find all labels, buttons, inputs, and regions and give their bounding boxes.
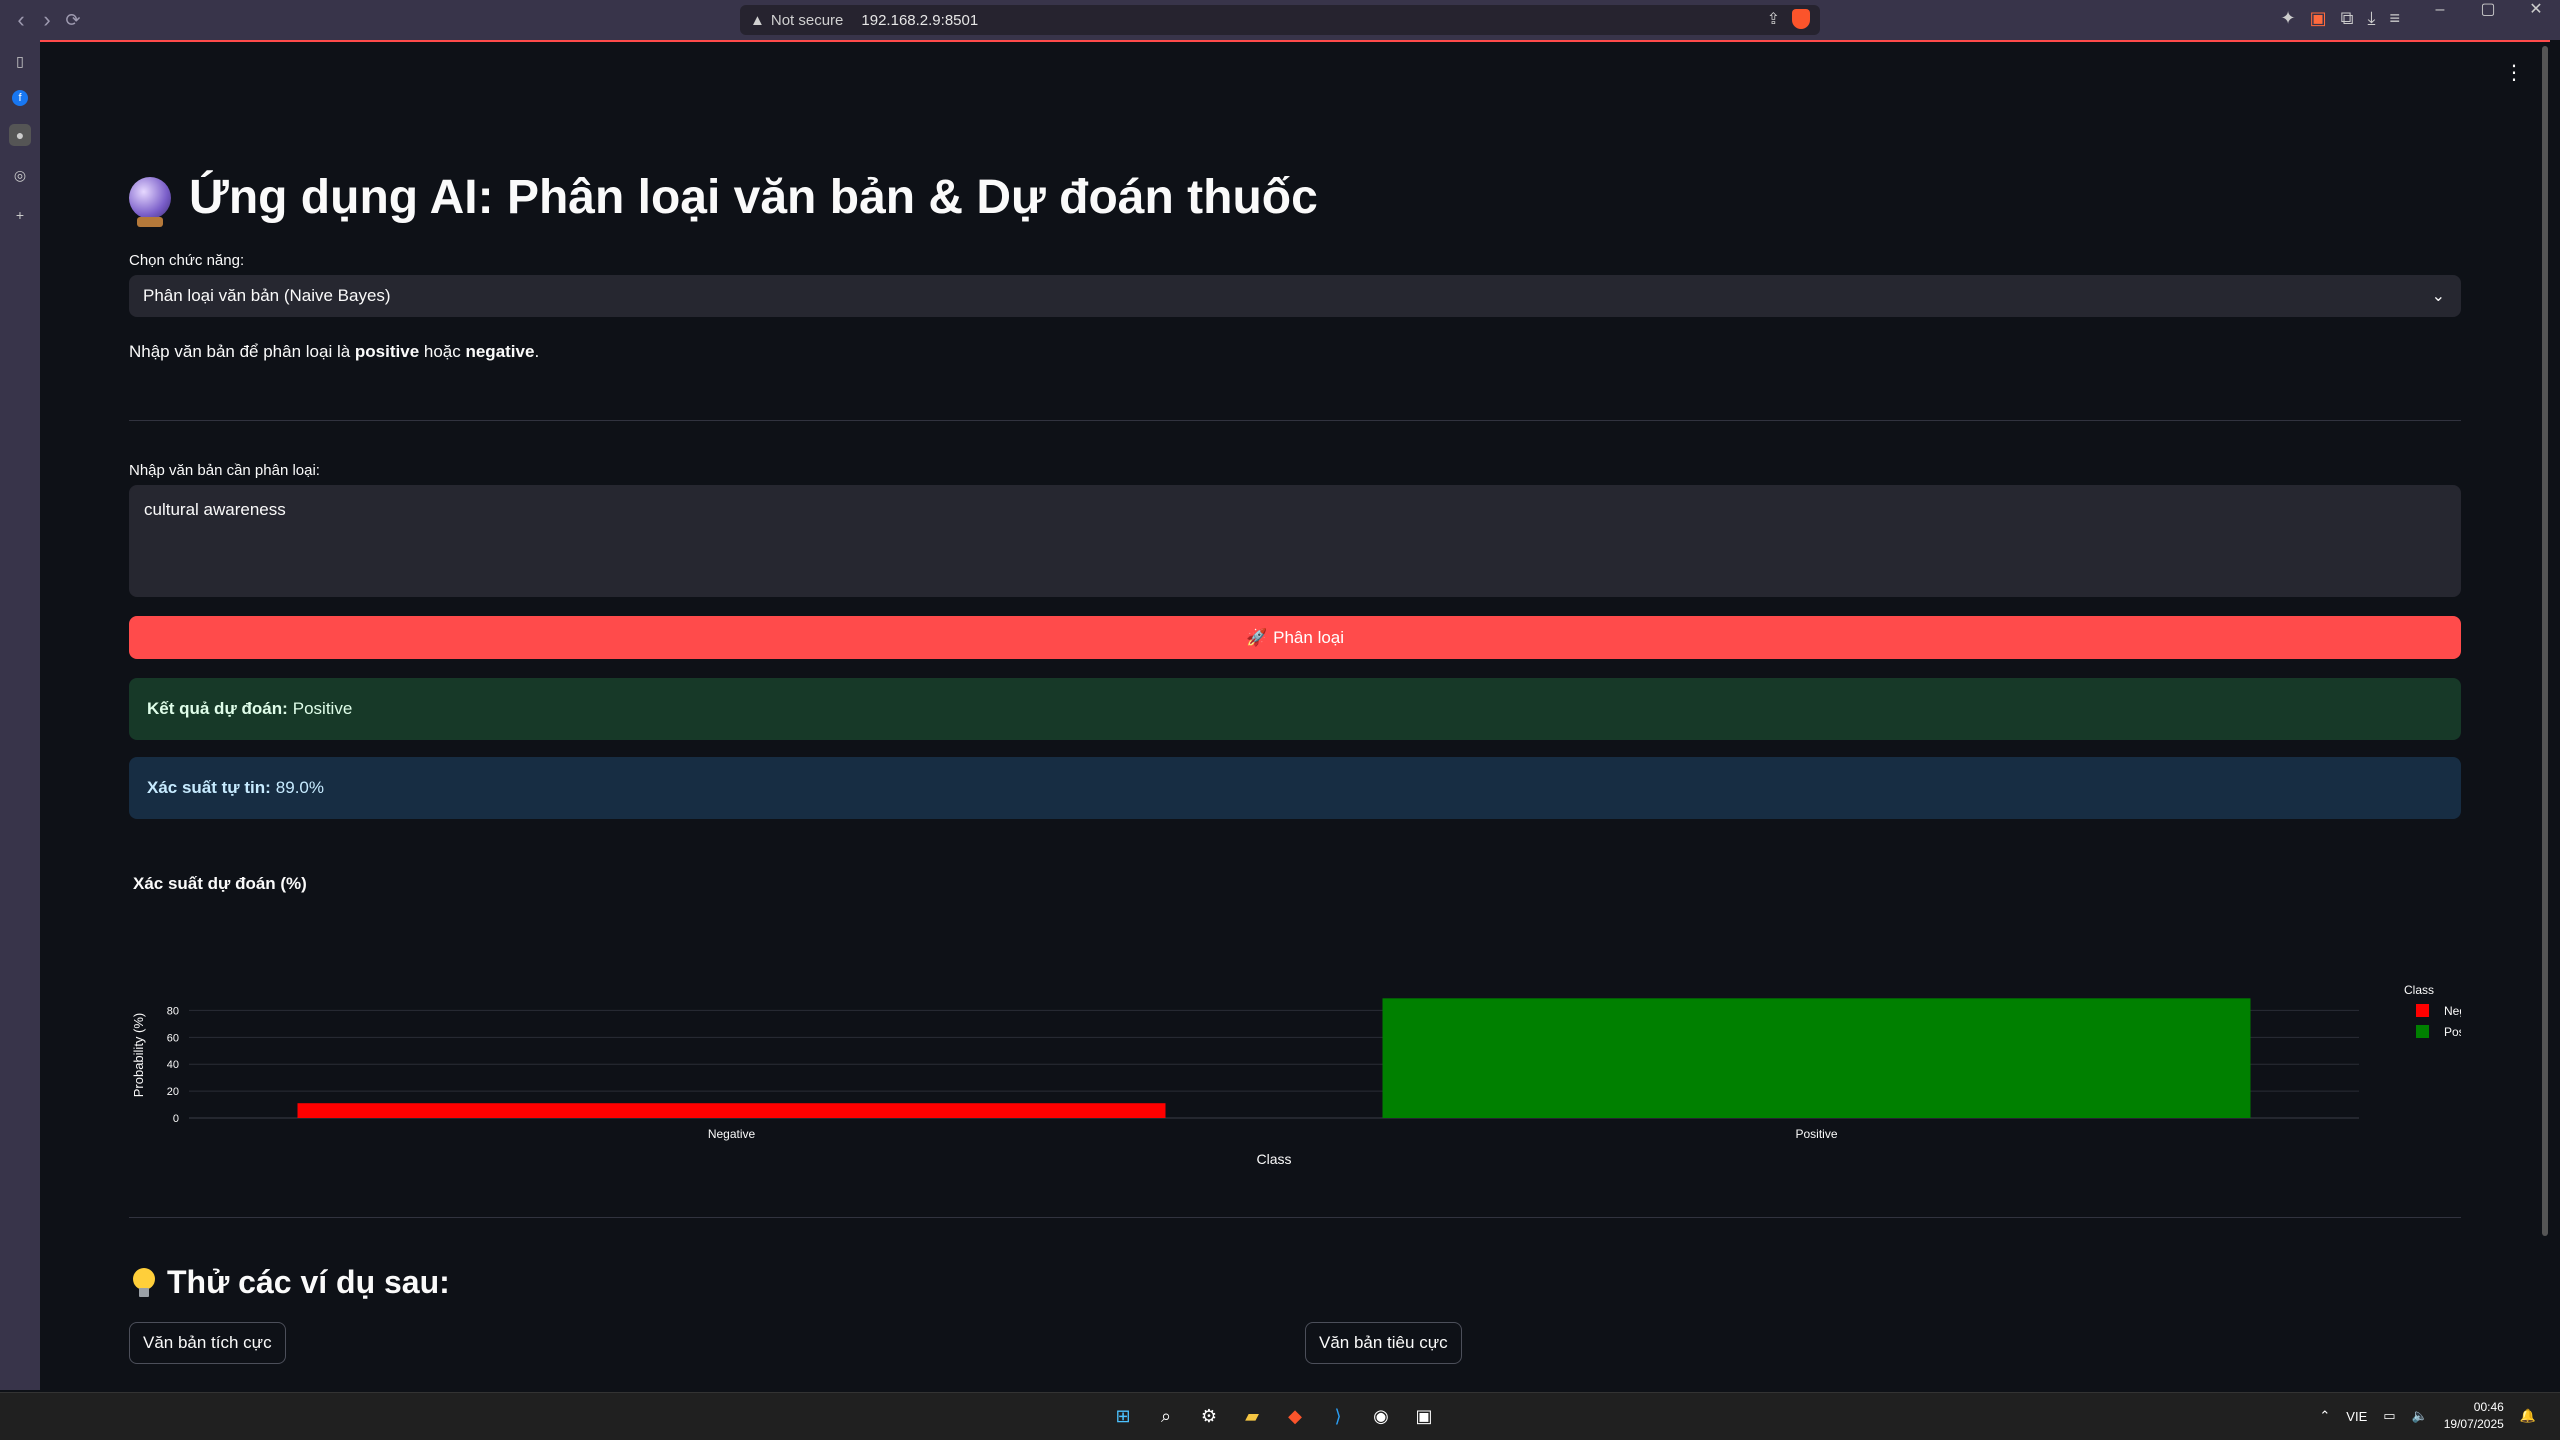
share-icon[interactable]: ⇪ [1767,9,1780,29]
x-tick-label: Negative [708,1127,756,1141]
add-panel-icon[interactable]: + [9,204,31,226]
back-icon[interactable]: ‹ [8,7,34,33]
streamlit-app: ⋮ Ứng dụng AI: Phân loại văn bản & Dự đo… [40,40,2550,1390]
bar-positive[interactable] [1382,998,2251,1118]
app-icon[interactable]: ▣ [1409,1401,1439,1431]
legend-label: Positive [2444,1025,2461,1039]
rewards-icon[interactable]: ▣ [2310,8,2327,29]
example-positive-button[interactable]: Văn bản tích cực [129,1322,286,1364]
y-tick-label: 40 [167,1059,179,1071]
y-axis-label: Probability (%) [131,1013,146,1098]
legend-swatch [2416,1004,2429,1017]
lightbulb-icon [133,1267,155,1298]
examples-heading-text: Thử các ví dụ sau: [167,1264,450,1300]
network-icon[interactable]: ▭ [2383,1408,2395,1424]
probability-chart[interactable]: 0 20 40 60 80 Negative Positive Class Probabilit… [129,972,2461,1172]
forward-icon[interactable]: › [34,7,60,33]
legend-title: Class [2404,983,2434,997]
y-tick-label: 60 [167,1032,179,1044]
textarea-label: Nhập văn bản cần phân loại: [129,462,320,479]
x-tick-label: Positive [1795,1127,1837,1141]
language-indicator[interactable]: VIE [2346,1409,2367,1424]
windows-taskbar: ⊞ ⌕ ⚙ ▰ ◆ ⟩ ◉ ▣ ⌃ VIE ▭ 🔈 00:46 19/07/20… [0,1392,2560,1440]
scrollbar[interactable] [2540,42,2550,1390]
facebook-icon[interactable]: f [12,90,28,106]
clock[interactable]: 00:46 19/07/2025 [2444,1399,2504,1433]
download-icon[interactable]: ⤓ [2368,8,2376,29]
extensions-icon[interactable]: ✦ [2281,8,2296,29]
classify-button[interactable]: 🚀 Phân loại [129,616,2461,659]
tray-expand-icon[interactable]: ⌃ [2319,1408,2330,1424]
confidence-value: 89.0% [275,778,324,797]
example-negative-button[interactable]: Văn bản tiêu cực [1305,1322,1462,1364]
examples-heading: Thử các ví dụ sau: [133,1264,450,1301]
windows-start-icon[interactable]: ⊞ [1108,1401,1138,1431]
maximize-icon[interactable]: ▢ [2464,0,2512,24]
notification-icon[interactable]: 🔔 [2520,1408,2536,1424]
settings-icon[interactable]: ⚙ [1194,1401,1224,1431]
bar-negative[interactable] [297,1103,1166,1118]
rocket-icon: 🚀 [1245,627,1268,647]
not-secure-indicator[interactable]: ▲ Not secure [750,12,843,29]
y-tick-label: 80 [167,1005,179,1017]
clock-time: 00:46 [2473,1400,2504,1414]
chart-title: Xác suất dự đoán (%) [133,874,307,893]
select-value: Phân loại văn bản (Naive Bayes) [143,286,391,305]
crystal-ball-icon [129,176,171,227]
reload-icon[interactable]: ⟳ [60,10,86,31]
profile-icon[interactable]: ● [9,124,31,146]
clock-date: 19/07/2025 [2443,1417,2504,1431]
confidence-label: Xác suất tự tin: [147,778,271,797]
classify-button-label: Phân loại [1273,627,1345,647]
result-label: Kết quả dự đoán: [147,699,288,718]
menu-icon[interactable]: ≡ [2389,8,2400,29]
result-value: Positive [292,699,353,718]
chevron-down-icon: ⌄ [2431,288,2445,305]
brave-shields-icon[interactable] [1792,9,1810,29]
y-tick-label: 0 [173,1113,179,1125]
sidebar-toggle-icon[interactable]: ▯ [9,50,31,72]
browser-toolbar: ‹ › ⟳ ▲ Not secure 192.168.2.9:8501 ⇪ ✦ ▣… [0,0,2560,40]
warning-icon: ▲ [750,11,765,29]
page-title: Ứng dụng AI: Phân loại văn bản & Dự đoán… [129,170,1318,227]
minimize-icon[interactable]: – [2416,0,2464,24]
x-axis-label: Class [1256,1151,1291,1167]
legend-swatch [2416,1025,2429,1038]
y-tick-label: 20 [167,1086,179,1098]
divider [129,420,2461,421]
select-label: Chọn chức năng: [129,252,245,269]
text-input-area[interactable]: cultural awareness [129,485,2461,597]
settings-icon[interactable]: ◎ [9,164,31,186]
confidence-alert: Xác suất tự tin: 89.0% [129,757,2461,819]
description-text: Nhập văn bản để phân loại là positive ho… [129,342,540,361]
page-title-text: Ứng dụng AI: Phân loại văn bản & Dự đoán… [189,171,1318,224]
app-menu-icon[interactable]: ⋮ [2504,60,2524,85]
close-icon[interactable]: ✕ [2512,0,2560,24]
browser-sidebar: ▯ f ● ◎ + [0,40,40,1390]
brave-browser-icon[interactable]: ◆ [1280,1401,1310,1431]
steam-icon[interactable]: ◉ [1366,1401,1396,1431]
search-icon[interactable]: ⌕ [1151,1401,1181,1431]
url-text[interactable]: 192.168.2.9:8501 [861,12,978,29]
puzzle-icon[interactable]: ⧉ [2341,8,2354,29]
volume-icon[interactable]: 🔈 [2412,1408,2428,1424]
file-explorer-icon[interactable]: ▰ [1237,1401,1267,1431]
function-select[interactable]: Phân loại văn bản (Naive Bayes) ⌄ [129,275,2461,317]
scrollbar-thumb[interactable] [2542,46,2548,1236]
vscode-icon[interactable]: ⟩ [1323,1401,1353,1431]
divider [129,1217,2461,1218]
address-bar[interactable]: ▲ Not secure 192.168.2.9:8501 ⇪ [740,5,1820,35]
result-alert: Kết quả dự đoán: Positive [129,678,2461,740]
legend-label: Negative [2444,1004,2461,1018]
